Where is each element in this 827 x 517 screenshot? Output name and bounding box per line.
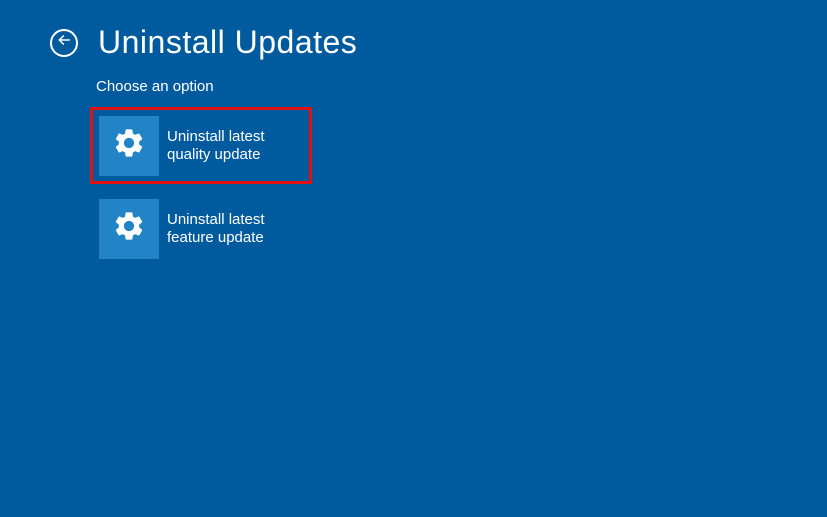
header: Uninstall Updates: [50, 24, 357, 61]
back-button[interactable]: [50, 29, 78, 57]
option-label: Uninstall latest feature update: [167, 211, 297, 247]
icon-box: [99, 116, 159, 176]
page-title: Uninstall Updates: [98, 24, 357, 61]
gear-icon: [112, 126, 146, 165]
option-label: Uninstall latest quality update: [167, 128, 297, 164]
back-arrow-icon: [57, 33, 71, 52]
gear-icon: [112, 209, 146, 248]
icon-box: [99, 199, 159, 259]
option-uninstall-feature-update[interactable]: Uninstall latest feature update: [90, 190, 312, 267]
option-uninstall-quality-update[interactable]: Uninstall latest quality update: [90, 107, 312, 184]
subtitle: Choose an option: [96, 78, 214, 95]
options-list: Uninstall latest quality update Uninstal…: [90, 107, 312, 267]
